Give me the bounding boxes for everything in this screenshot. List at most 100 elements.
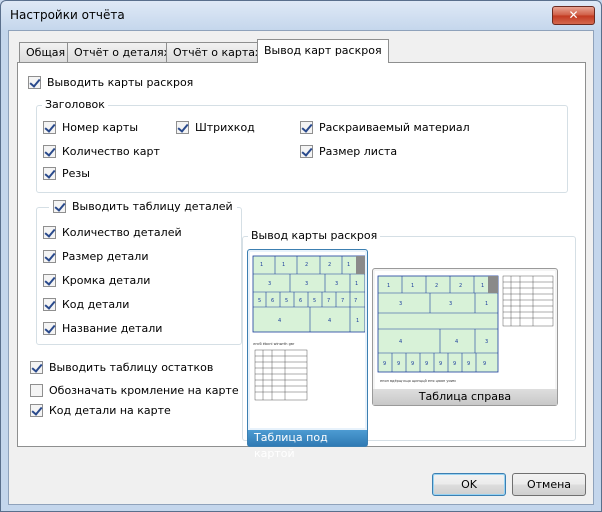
- details-count-checkbox[interactable]: Количество деталей: [43, 226, 182, 239]
- svg-text:енон вдёрщ·кщо щинццй еня цюя: енон вдёрщ·кщо щинццй еня цюян уиим: [380, 379, 456, 383]
- detail-size-checkbox[interactable]: Размер детали: [43, 250, 148, 263]
- tab-label: Отчёт о деталях: [74, 46, 171, 59]
- checkbox-label: Количество карт: [62, 145, 160, 158]
- svg-text:5: 5: [258, 298, 261, 304]
- layout-option-caption: Таблица справа: [373, 389, 557, 405]
- svg-text:9: 9: [411, 361, 414, 367]
- svg-text:2: 2: [305, 262, 308, 268]
- material-checkbox[interactable]: Раскраиваемый материал: [300, 121, 470, 134]
- tab-label: Общая: [26, 46, 66, 59]
- svg-text:1: 1: [282, 262, 285, 268]
- svg-text:6: 6: [299, 298, 302, 304]
- title-bar: Настройки отчёта ✕: [1, 1, 601, 29]
- svg-text:4: 4: [399, 339, 402, 345]
- checkbox-label: Название детали: [62, 322, 163, 335]
- checkbox-box: [30, 384, 43, 397]
- checkbox-label: Размер детали: [62, 250, 149, 263]
- header-group-legend: Заголовок: [42, 98, 108, 111]
- svg-text:3: 3: [485, 339, 488, 345]
- svg-text:4: 4: [455, 339, 458, 345]
- svg-text:1: 1: [481, 283, 484, 289]
- details-table-label: Выводить таблицу деталей: [72, 200, 233, 213]
- sheet-size-checkbox[interactable]: Размер листа: [300, 145, 397, 158]
- checkbox-label: Код детали: [62, 298, 130, 311]
- cards-count-checkbox[interactable]: Количество карт: [43, 145, 160, 158]
- svg-text:1: 1: [355, 281, 358, 287]
- tab-label: Отчёт о картах: [173, 46, 262, 59]
- dialog-client: Общая Отчёт о деталях Отчёт о картах Выв…: [8, 30, 594, 505]
- checkbox-label: Количество деталей: [62, 226, 182, 239]
- svg-text:5: 5: [285, 298, 288, 304]
- checkbox-box: [300, 145, 313, 158]
- dialog-window: Настройки отчёта ✕ Общая Отчёт о деталях…: [0, 0, 602, 512]
- detail-code-checkbox[interactable]: Код детали: [43, 298, 129, 311]
- checkbox-label: Кромка детали: [62, 274, 151, 287]
- checkbox-box: [43, 226, 56, 239]
- svg-text:1: 1: [387, 283, 390, 289]
- svg-text:5: 5: [313, 298, 316, 304]
- cutting-map-preview-icon: 1 1 2 2 1 3 3 1 4 4 3 9 9 9 9 9 9 9 9 енон вдёрщ·кщо щи…: [377, 275, 554, 383]
- checkbox-box: [53, 200, 66, 213]
- svg-text:1: 1: [347, 262, 350, 268]
- svg-text:9: 9: [453, 361, 456, 367]
- layout-option-table-below[interactable]: 1 1 2 2 1 3 3 3 1 5 6 5 6 5 7 7 7 4 4 1 лпсб ёbкпi winwr…: [247, 249, 368, 460]
- detail-code-on-map-checkbox[interactable]: Код детали на карте: [30, 404, 171, 417]
- mark-edging-checkbox[interactable]: Обозначать кромление на карте: [30, 384, 239, 397]
- checkbox-box: [30, 404, 43, 417]
- tab-cutting-cards-output[interactable]: Вывод карт раскроя: [257, 39, 389, 63]
- layout-option-caption: Таблица под картой: [248, 430, 367, 460]
- tab-details-report[interactable]: Отчёт о деталях: [67, 42, 178, 62]
- checkbox-box: [43, 250, 56, 263]
- output-cards-checkbox[interactable]: Выводить карты раскроя: [28, 76, 193, 89]
- svg-text:4: 4: [328, 318, 331, 324]
- checkbox-box: [43, 167, 56, 180]
- barcode-checkbox[interactable]: Штрихкод: [176, 121, 255, 134]
- tab-general[interactable]: Общая: [19, 42, 73, 62]
- close-button[interactable]: ✕: [552, 6, 595, 25]
- svg-text:2: 2: [459, 283, 462, 289]
- card-number-checkbox[interactable]: Номер карты: [43, 121, 138, 134]
- svg-text:1: 1: [485, 301, 488, 307]
- checkbox-box: [43, 121, 56, 134]
- checkbox-label: Обозначать кромление на карте: [49, 384, 239, 397]
- svg-text:3: 3: [268, 281, 271, 287]
- remnants-table-checkbox[interactable]: Выводить таблицу остатков: [30, 361, 213, 374]
- svg-text:9: 9: [425, 361, 428, 367]
- checkbox-label: Резы: [62, 167, 90, 180]
- svg-text:2: 2: [328, 262, 331, 268]
- checkbox-label: Код детали на карте: [49, 404, 171, 417]
- svg-text:6: 6: [271, 298, 274, 304]
- tab-label: Вывод карт раскроя: [264, 44, 382, 57]
- cancel-button-label: Отмена: [526, 478, 572, 491]
- svg-text:9: 9: [397, 361, 400, 367]
- svg-text:9: 9: [467, 361, 470, 367]
- checkbox-label: Размер листа: [319, 145, 398, 158]
- svg-text:2: 2: [435, 283, 438, 289]
- layout-option-table-right[interactable]: 1 1 2 2 1 3 3 1 4 4 3 9 9 9 9 9 9 9 9 енон вдёрщ·кщо щи…: [372, 268, 558, 406]
- tab-cards-report[interactable]: Отчёт о картах: [166, 42, 269, 62]
- svg-text:лпсб ёbкпi winwrth gвr: лпсб ёbкпi winwrth gвr: [253, 342, 295, 346]
- checkbox-box: [30, 361, 43, 374]
- detail-edge-checkbox[interactable]: Кромка детали: [43, 274, 150, 287]
- svg-text:9: 9: [483, 361, 486, 367]
- svg-text:9: 9: [383, 361, 386, 367]
- svg-text:3: 3: [399, 301, 402, 307]
- ok-button-label: OK: [461, 478, 477, 491]
- svg-text:3: 3: [449, 301, 452, 307]
- caption-text: Таблица справа: [418, 390, 512, 403]
- svg-text:7: 7: [354, 298, 357, 304]
- detail-name-checkbox[interactable]: Название детали: [43, 322, 162, 335]
- caption-text: Таблица под картой: [254, 431, 328, 460]
- svg-text:9: 9: [439, 361, 442, 367]
- checkbox-box: [28, 76, 41, 89]
- checkbox-box: [300, 121, 313, 134]
- ok-button[interactable]: OK: [432, 473, 506, 496]
- output-cards-label: Выводить карты раскроя: [47, 76, 194, 89]
- details-table-checkbox[interactable]: Выводить таблицу деталей: [49, 200, 237, 213]
- cancel-button[interactable]: Отмена: [512, 473, 586, 496]
- checkbox-box: [176, 121, 189, 134]
- cuts-checkbox[interactable]: Резы: [43, 167, 90, 180]
- svg-text:1: 1: [260, 262, 263, 268]
- cutting-map-preview-icon: 1 1 2 2 1 3 3 3 1 5 6 5 6 5 7 7 7 4 4 1 лпсб ёbкпi winwr…: [252, 255, 366, 401]
- checkbox-label: Выводить таблицу остатков: [49, 361, 214, 374]
